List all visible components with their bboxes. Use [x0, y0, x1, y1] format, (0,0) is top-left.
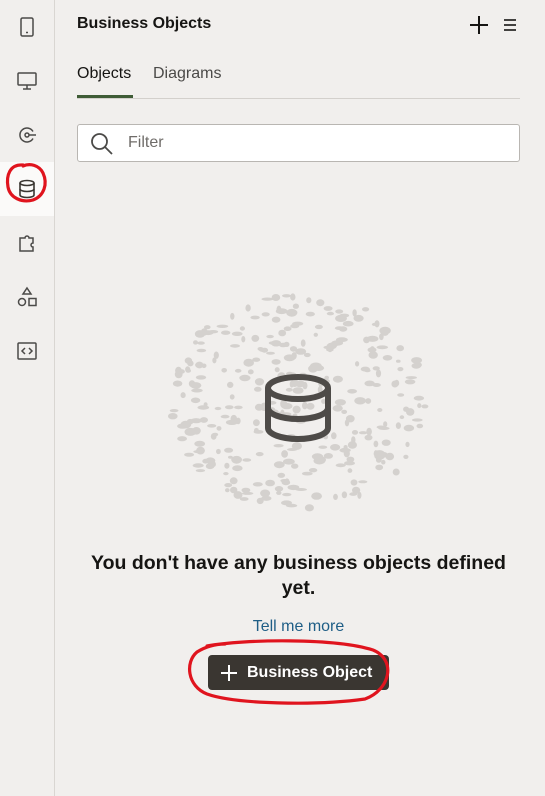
shapes-icon	[17, 286, 37, 307]
rail-item-components[interactable]	[0, 216, 54, 270]
plus-icon	[470, 16, 488, 34]
code-icon	[17, 342, 37, 360]
create-button-label: Business Object	[247, 663, 373, 681]
hamburger-menu-icon	[504, 19, 516, 31]
dotted-blob-background	[168, 293, 429, 512]
selected-tab-indicator	[77, 95, 133, 98]
add-business-object-button[interactable]	[468, 14, 490, 36]
panel-menu-button[interactable]	[499, 14, 521, 36]
business-objects-panel: Business Objects Objects Diagrams You do…	[55, 0, 545, 796]
monitor-icon	[17, 72, 37, 90]
flow-icon	[19, 127, 36, 143]
panel-title: Business Objects	[77, 15, 212, 32]
create-business-object-button[interactable]: Business Object	[208, 655, 389, 690]
empty-state-message: You don't have any business objects defi…	[91, 552, 506, 599]
rail-item-web[interactable]	[0, 54, 54, 108]
rail-item-business-objects[interactable]	[0, 162, 54, 216]
rail-item-mobile[interactable]	[0, 0, 54, 54]
tab-bar: Objects Diagrams	[77, 60, 520, 99]
tab-objects[interactable]: Objects	[77, 65, 131, 83]
plus-icon	[221, 664, 237, 681]
mobile-icon	[20, 17, 34, 37]
rail-item-assets[interactable]	[0, 270, 54, 324]
database-icon	[19, 179, 35, 199]
empty-state-illustration	[168, 293, 429, 512]
tell-me-more-link[interactable]: Tell me more	[77, 618, 520, 636]
rail-item-processes[interactable]	[0, 108, 54, 162]
puzzle-icon	[19, 235, 34, 252]
tab-diagrams[interactable]: Diagrams	[153, 65, 221, 83]
filter-input[interactable]	[126, 129, 510, 157]
search-icon	[91, 133, 113, 155]
rail-item-source[interactable]	[0, 324, 54, 378]
left-nav-rail	[0, 0, 55, 796]
filter-field[interactable]	[77, 124, 520, 162]
